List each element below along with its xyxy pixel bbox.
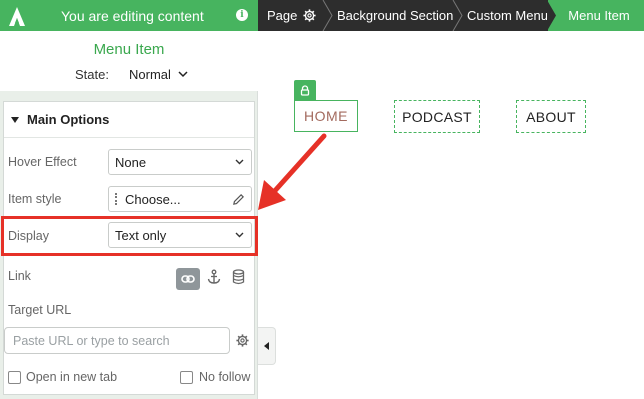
target-url-input[interactable]: Paste URL or type to search bbox=[4, 327, 230, 354]
pencil-icon[interactable] bbox=[232, 193, 245, 206]
chevron-down-icon bbox=[235, 159, 244, 165]
breadcrumb-label: Custom Menu bbox=[467, 8, 548, 23]
menu-item-podcast[interactable]: PODCAST bbox=[394, 100, 480, 133]
no-follow-checkbox[interactable] bbox=[180, 371, 193, 384]
panel-title: Main Options bbox=[27, 112, 110, 127]
database-icon[interactable] bbox=[232, 269, 245, 285]
link-label: Link bbox=[8, 269, 31, 283]
app-logo[interactable] bbox=[0, 0, 33, 31]
state-dropdown[interactable]: Normal bbox=[129, 67, 171, 82]
menu-item-about[interactable]: ABOUT bbox=[516, 100, 586, 133]
sidebar-title: Menu Item bbox=[93, 41, 165, 58]
display-highlight-box bbox=[1, 216, 258, 256]
select-value: Choose... bbox=[125, 191, 181, 207]
input-placeholder: Paste URL or type to search bbox=[13, 333, 170, 348]
lock-icon[interactable] bbox=[294, 80, 316, 101]
breadcrumb-background-section[interactable]: Background Section bbox=[337, 0, 453, 31]
chevron-down-icon[interactable] bbox=[178, 71, 188, 78]
editing-bar: You are editing content i bbox=[0, 0, 258, 31]
sidebar-header: Menu Item State: Normal bbox=[0, 31, 258, 91]
item-style-label: Item style bbox=[8, 192, 62, 206]
hover-effect-select[interactable]: None bbox=[108, 149, 252, 175]
breadcrumb-menu-item[interactable]: Menu Item bbox=[547, 0, 644, 31]
settings-sidebar: Menu Item State: Normal Main Options Hov… bbox=[0, 31, 258, 399]
main-options-header[interactable]: Main Options bbox=[4, 102, 254, 138]
no-follow-label: No follow bbox=[199, 370, 251, 384]
chevron-separator-icon bbox=[452, 0, 463, 31]
info-icon[interactable]: i bbox=[236, 9, 248, 21]
link-icon[interactable] bbox=[176, 268, 200, 290]
anchor-icon[interactable] bbox=[207, 269, 221, 285]
annotation-arrow bbox=[258, 133, 327, 210]
breadcrumb-label: Page bbox=[267, 8, 298, 23]
sidebar-collapse-button[interactable] bbox=[258, 327, 276, 365]
target-url-label: Target URL bbox=[8, 303, 72, 317]
caret-left-icon bbox=[264, 342, 269, 350]
hover-effect-label: Hover Effect bbox=[8, 155, 77, 169]
item-style-picker[interactable]: Choose... bbox=[108, 186, 252, 212]
chevron-separator-icon bbox=[322, 0, 333, 31]
gear-icon[interactable] bbox=[236, 334, 249, 347]
breadcrumb-label: Background Section bbox=[337, 8, 454, 23]
breadcrumb: Page Background Section Custom Menu Menu… bbox=[258, 0, 644, 31]
breadcrumb-custom-menu[interactable]: Custom Menu bbox=[467, 0, 548, 31]
collapse-triangle-icon[interactable] bbox=[11, 116, 19, 123]
breadcrumb-page[interactable]: Page bbox=[267, 0, 316, 31]
open-new-tab-checkbox[interactable] bbox=[8, 371, 21, 384]
state-label: State: bbox=[75, 67, 109, 82]
gear-icon[interactable] bbox=[303, 9, 316, 22]
breadcrumb-label: Menu Item bbox=[568, 8, 630, 23]
top-bar: You are editing content i Page Backgroun… bbox=[0, 0, 644, 31]
select-value: None bbox=[115, 154, 147, 170]
drag-handle-icon bbox=[115, 193, 117, 205]
editing-status-text: You are editing content bbox=[61, 7, 204, 24]
open-new-tab-label: Open in new tab bbox=[26, 370, 118, 384]
